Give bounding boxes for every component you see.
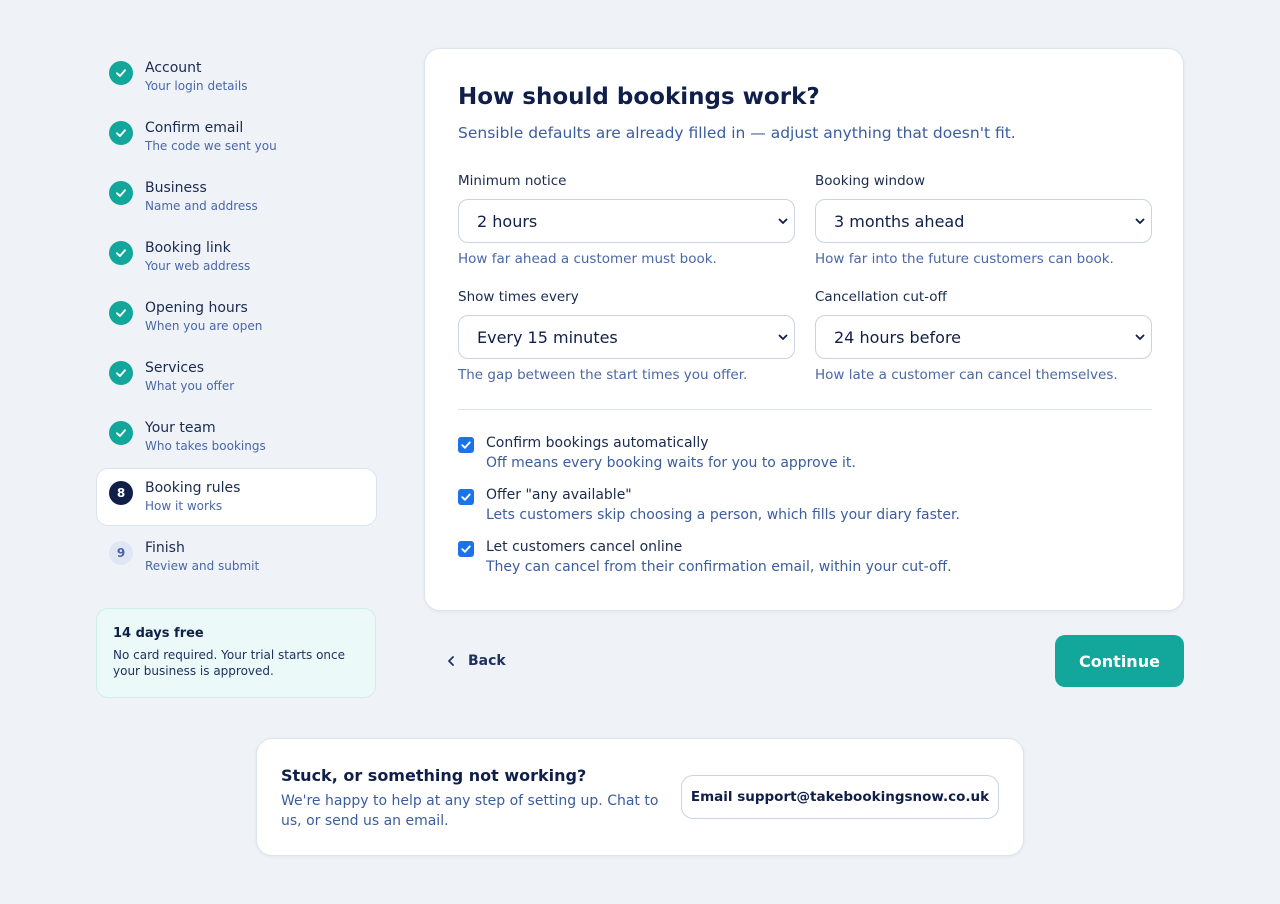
select-value: 24 hours before — [834, 327, 962, 347]
cancellation-field: Cancellation cut-off 24 hours before How… — [815, 289, 1152, 383]
step-number-badge: 8 — [109, 481, 133, 505]
check-circle-icon — [109, 181, 133, 205]
field-label: Show times every — [458, 289, 579, 305]
minimum-notice-field: Minimum notice 2 hours How far ahead a c… — [458, 173, 795, 267]
continue-button[interactable]: Continue — [1055, 635, 1184, 687]
step-subtitle: Who takes bookings — [145, 439, 266, 453]
select-value: 3 months ahead — [834, 211, 965, 231]
back-button[interactable]: Back — [444, 649, 506, 673]
support-box: Stuck, or something not working? We're h… — [256, 738, 1024, 856]
checkbox-help: They can cancel from their confirmation … — [486, 559, 952, 575]
step-title: Booking link — [145, 240, 231, 256]
step-number-badge: 9 — [109, 541, 133, 565]
field-help: How late a customer can cancel themselve… — [815, 367, 1118, 383]
step-title: Opening hours — [145, 300, 248, 316]
chevron-down-icon — [1135, 334, 1145, 340]
step-finish[interactable]: 9 Finish Review and submit — [96, 528, 377, 586]
field-help: The gap between the start times you offe… — [458, 367, 748, 383]
progress-steps: Account Your login details Confirm email… — [96, 48, 377, 588]
field-help: How far into the future customers can bo… — [815, 251, 1114, 267]
checkbox-label[interactable]: Confirm bookings automatically — [486, 435, 709, 451]
step-subtitle: Your web address — [145, 259, 251, 273]
step-subtitle: What you offer — [145, 379, 235, 393]
step-subtitle: When you are open — [145, 319, 263, 333]
minimum-notice-select[interactable]: 2 hours — [458, 199, 795, 243]
checkbox-help: Lets customers skip choosing a person, w… — [486, 507, 960, 523]
step-title: Booking rules — [145, 480, 241, 496]
step-title: Business — [145, 180, 207, 196]
step-account[interactable]: Account Your login details — [96, 48, 377, 106]
email-support-button[interactable]: Email support@takebookingsnow.co.uk — [681, 775, 999, 819]
step-subtitle: Review and submit — [145, 559, 260, 573]
step-opening-hours[interactable]: Opening hours When you are open — [96, 288, 377, 346]
check-circle-icon — [109, 241, 133, 265]
auto-confirm-checkbox[interactable] — [458, 437, 474, 453]
page-subtitle: Sensible defaults are already filled in … — [458, 124, 1016, 142]
step-subtitle: Your login details — [145, 79, 248, 93]
step-booking-link[interactable]: Booking link Your web address — [96, 228, 377, 286]
booking-window-select[interactable]: 3 months ahead — [815, 199, 1152, 243]
field-label: Cancellation cut-off — [815, 289, 947, 305]
booking-window-field: Booking window 3 months ahead How far in… — [815, 173, 1152, 267]
step-title: Services — [145, 360, 205, 376]
step-title: Your team — [145, 420, 216, 436]
step-subtitle: How it works — [145, 499, 223, 513]
check-circle-icon — [109, 61, 133, 85]
cancel-online-checkbox[interactable] — [458, 541, 474, 557]
step-title: Finish — [145, 540, 185, 556]
field-label: Minimum notice — [458, 173, 567, 189]
support-text: We're happy to help at any step of setti… — [281, 793, 659, 829]
checkbox-label[interactable]: Let customers cancel online — [486, 539, 682, 555]
step-services[interactable]: Services What you offer — [96, 348, 377, 406]
chevron-down-icon — [778, 334, 788, 340]
chevron-left-icon — [448, 656, 454, 666]
checkbox-label[interactable]: Offer "any available" — [486, 487, 632, 503]
chevron-down-icon — [1135, 218, 1145, 224]
show-times-select[interactable]: Every 15 minutes — [458, 315, 795, 359]
step-title: Account — [145, 60, 202, 76]
trial-title: 14 days free — [113, 626, 204, 641]
chevron-down-icon — [778, 218, 788, 224]
step-subtitle: The code we sent you — [145, 139, 277, 153]
cancellation-select[interactable]: 24 hours before — [815, 315, 1152, 359]
divider — [458, 409, 1152, 410]
check-circle-icon — [109, 421, 133, 445]
step-booking-rules[interactable]: 8 Booking rules How it works — [96, 468, 377, 526]
checkbox-help: Off means every booking waits for you to… — [486, 455, 856, 471]
select-value: 2 hours — [477, 211, 538, 231]
support-title: Stuck, or something not working? — [281, 766, 587, 785]
any-available-checkbox[interactable] — [458, 489, 474, 505]
check-circle-icon — [109, 121, 133, 145]
booking-rules-card: How should bookings work? Sensible defau… — [424, 48, 1184, 611]
step-confirm-email[interactable]: Confirm email The code we sent you — [96, 108, 377, 166]
page-title: How should bookings work? — [458, 84, 820, 110]
step-your-team[interactable]: Your team Who takes bookings — [96, 408, 377, 466]
show-times-field: Show times every Every 15 minutes The ga… — [458, 289, 795, 383]
field-help: How far ahead a customer must book. — [458, 251, 717, 267]
field-label: Booking window — [815, 173, 925, 189]
step-title: Confirm email — [145, 120, 244, 136]
trial-text: No card required. Your trial starts once… — [113, 648, 345, 678]
step-subtitle: Name and address — [145, 199, 258, 213]
trial-banner: 14 days free No card required. Your tria… — [96, 608, 376, 698]
step-business[interactable]: Business Name and address — [96, 168, 377, 226]
check-circle-icon — [109, 361, 133, 385]
back-label: Back — [468, 653, 506, 669]
check-circle-icon — [109, 301, 133, 325]
select-value: Every 15 minutes — [477, 327, 618, 347]
